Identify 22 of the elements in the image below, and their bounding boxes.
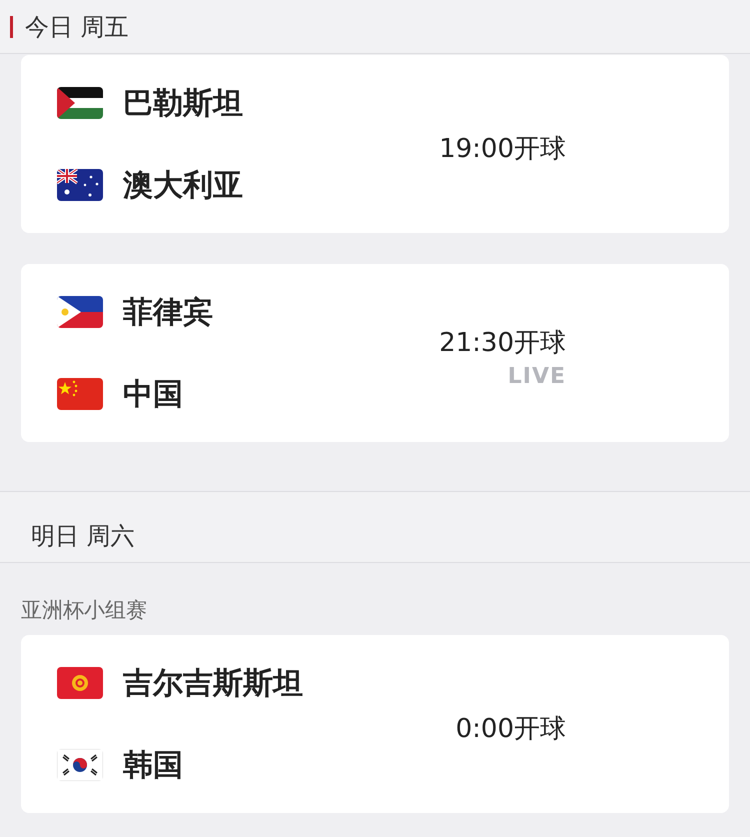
team-name: 澳大利亚 [123, 166, 243, 204]
tricolor-flag-icon [57, 87, 103, 119]
sun-flag-icon [57, 667, 103, 699]
day-title: 今日 周五 [25, 12, 129, 42]
team-name: 韩国 [123, 746, 183, 784]
sun-flag-icon [57, 296, 103, 328]
team-name: 菲律宾 [123, 294, 213, 332]
match-card[interactable]: 巴勒斯坦 澳大利亚 19:00开球 [21, 55, 729, 233]
team-name: 中国 [123, 376, 183, 414]
competition-title: 亚洲杯小组赛 [20, 597, 148, 624]
cross-star-flag-icon [57, 169, 103, 201]
kickoff-time: 21:30开球 [439, 327, 566, 360]
live-label: LIVE [508, 364, 566, 389]
team-name: 巴勒斯坦 [123, 84, 243, 122]
team-name: 吉尔吉斯斯坦 [123, 664, 303, 702]
day-title: 明日 周六 [31, 521, 135, 552]
star-flag-icon [57, 378, 103, 410]
match-card[interactable]: 吉尔吉斯斯坦 韩国 0:00开球 [21, 635, 729, 813]
match-card[interactable]: 菲律宾 中国 21:30开球 LIVE [21, 264, 729, 442]
kickoff-time: 0:00开球 [456, 712, 566, 746]
kickoff-time: 19:00开球 [439, 132, 566, 166]
taeguk-flag-icon [57, 749, 103, 781]
